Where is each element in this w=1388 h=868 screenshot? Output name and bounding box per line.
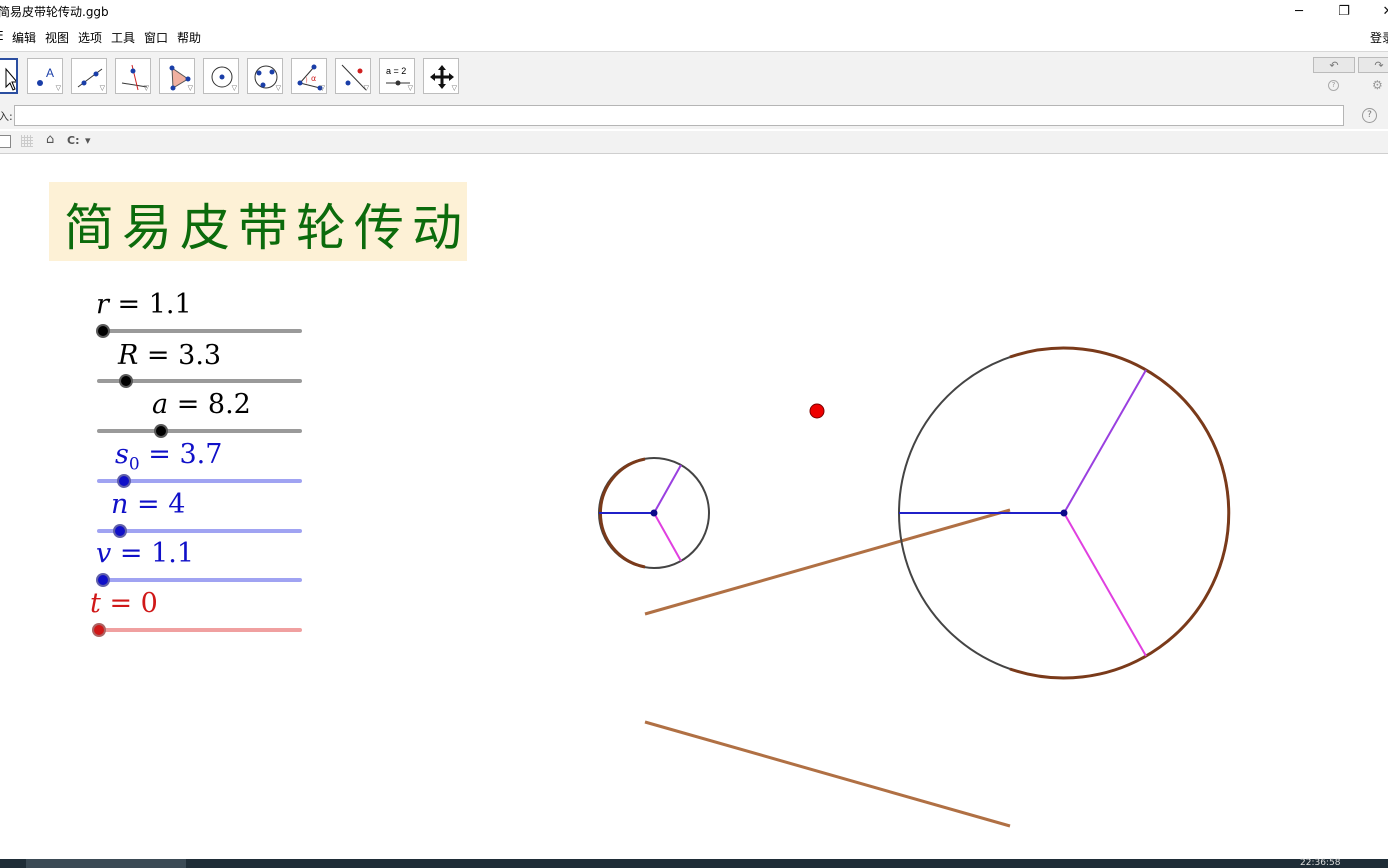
big-wheel-spoke (1063, 512, 1147, 657)
menu-edit[interactable]: 编辑 (12, 29, 36, 46)
reflect-tool-button[interactable]: ▽ (335, 58, 371, 94)
belt-upper-segment (644, 508, 1011, 616)
graphics-style-bar: ⌂ C: ▾ (0, 131, 1388, 154)
big-wheel-center (1060, 509, 1068, 517)
chevron-down-icon[interactable]: ▾ (85, 134, 91, 147)
svg-text:A: A (46, 66, 54, 80)
polygon-tool-button[interactable]: ▽ (159, 58, 195, 94)
move-tool-button[interactable] (0, 58, 18, 94)
close-button[interactable]: ✕ (1366, 0, 1388, 22)
menu-window[interactable]: 窗口 (144, 29, 168, 46)
pulley-drawing (598, 346, 1231, 828)
undo-button[interactable]: ↶ (1313, 57, 1355, 73)
graphics-view[interactable]: 简易皮带轮传动 r = 1.1 R = 3.3 a = 8.2 s0 = 3.7… (0, 155, 1388, 859)
angle-tool-button[interactable]: α ▽ (291, 58, 327, 94)
home-icon[interactable]: ⌂ (46, 132, 54, 147)
slider-tool-button[interactable]: a = 2 ▽ (379, 58, 415, 94)
window-title-bar: 简易皮带轮传动.ggb ─ ❐ ✕ (0, 0, 1388, 24)
circle-three-points-tool-button[interactable]: ▽ (247, 58, 283, 94)
input-help-icon[interactable]: ? (1362, 108, 1377, 123)
login-link[interactable]: 登录 (1370, 29, 1388, 46)
small-wheel-spoke (653, 464, 682, 514)
minimize-button[interactable]: ─ (1277, 0, 1321, 22)
window-title: 简易皮带轮传动.ggb (0, 5, 109, 19)
line-tool-button[interactable]: ▽ (71, 58, 107, 94)
taskbar: 22:36:58 (0, 859, 1388, 868)
belt-point[interactable] (809, 403, 825, 419)
menu-options[interactable]: 选项 (78, 29, 102, 46)
move-tool-icon (5, 67, 16, 91)
settings-gear-icon[interactable]: ⚙ (1372, 78, 1383, 92)
toolbar: A ▽ ▽ ▽ ▽ ▽ ▽ α ▽ ▽ a = 2 ▽ ▽ ↶ ↷ ? ⚙ (0, 51, 1388, 104)
redo-button[interactable]: ↷ (1358, 57, 1388, 73)
redo-icon: ↷ (1374, 58, 1384, 72)
svg-text:α: α (311, 74, 316, 83)
undo-icon: ↶ (1329, 58, 1339, 72)
small-wheel-center (650, 509, 658, 517)
axes-toggle-icon[interactable] (0, 135, 11, 148)
point-tool-button[interactable]: A ▽ (27, 58, 63, 94)
menu-bar: E 编辑 视图 选项 工具 窗口 帮助 登录 (0, 26, 1388, 48)
input-bar: 入: ? (0, 103, 1388, 129)
input-field[interactable] (14, 105, 1344, 126)
taskbar-clock: 22:36:58 (1300, 858, 1341, 868)
grid-toggle-icon[interactable] (21, 135, 33, 147)
capture-style-button[interactable]: C: (67, 134, 79, 147)
menu-help[interactable]: 帮助 (177, 29, 201, 46)
small-wheel-spoke (653, 512, 682, 562)
menu-file[interactable]: E (0, 29, 4, 43)
perpendicular-line-tool-button[interactable]: ▽ (115, 58, 151, 94)
circle-tool-button[interactable]: ▽ (203, 58, 239, 94)
big-wheel-spoke (1063, 369, 1147, 514)
restore-button[interactable]: ❐ (1322, 0, 1366, 22)
svg-text:a = 2: a = 2 (386, 66, 406, 76)
menu-view[interactable]: 视图 (45, 29, 69, 46)
taskbar-app-item[interactable] (26, 859, 186, 868)
input-bar-label: 入: (0, 110, 13, 123)
belt-lower-segment (644, 720, 1011, 828)
menu-tools[interactable]: 工具 (111, 29, 135, 46)
move-graphics-view-tool-button[interactable]: ▽ (423, 58, 459, 94)
toolbar-help-icon[interactable]: ? (1328, 80, 1339, 91)
